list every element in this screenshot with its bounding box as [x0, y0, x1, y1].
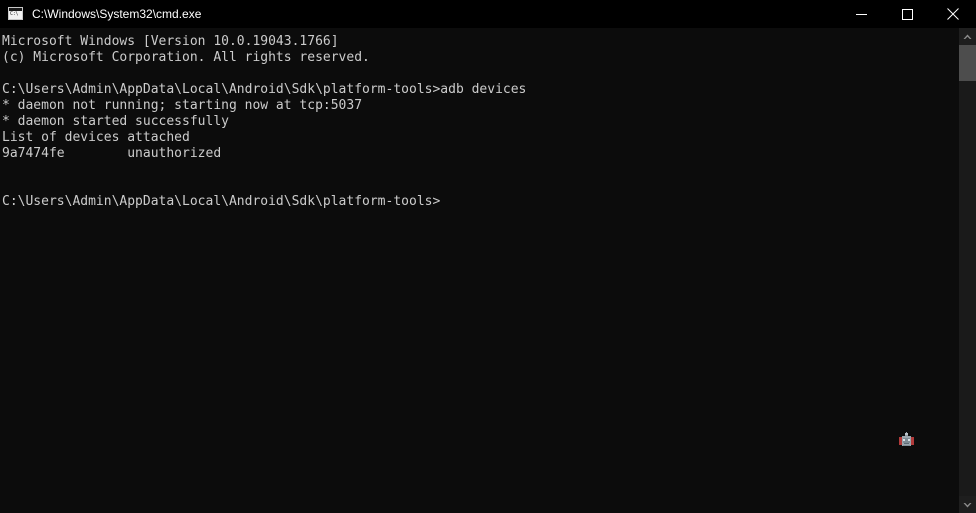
minimize-button[interactable] — [838, 0, 884, 28]
console-icon-prompt-text: C:\ — [10, 11, 19, 17]
minimize-icon — [855, 13, 867, 15]
console-text: Microsoft Windows [Version 10.0.19043.17… — [2, 34, 958, 210]
title-bar[interactable]: C:\ C:\Windows\System32\cmd.exe — [0, 0, 976, 28]
console-line: * daemon not running; starting now at tc… — [2, 98, 363, 113]
close-icon — [947, 8, 959, 20]
console-output-area[interactable]: Microsoft Windows [Version 10.0.19043.17… — [0, 28, 958, 513]
cmd-window: C:\ C:\Windows\System32\cmd.exe Microsof… — [0, 0, 976, 513]
window-title: C:\Windows\System32\cmd.exe — [32, 7, 202, 21]
console-line: (c) Microsoft Corporation. All rights re… — [2, 50, 370, 65]
scroll-up-button[interactable] — [959, 28, 976, 45]
maximize-button[interactable] — [884, 0, 930, 28]
console-line: C:\Users\Admin\AppData\Local\Android\Sdk… — [2, 194, 441, 209]
scroll-up-arrow-icon — [963, 34, 972, 39]
close-button[interactable] — [930, 0, 976, 28]
scroll-down-button[interactable] — [959, 496, 976, 513]
console-line: * daemon started successfully — [2, 114, 229, 129]
console-line: Microsoft Windows [Version 10.0.19043.17… — [2, 34, 339, 49]
console-line: List of devices attached — [2, 130, 190, 145]
maximize-icon — [901, 8, 913, 20]
scrollbar-track[interactable] — [959, 45, 976, 496]
console-line: C:\Users\Admin\AppData\Local\Android\Sdk… — [2, 82, 527, 97]
window-body: Microsoft Windows [Version 10.0.19043.17… — [0, 28, 976, 513]
scrollbar-thumb[interactable] — [959, 45, 976, 81]
robot-head-glyph — [898, 432, 915, 449]
vertical-scrollbar[interactable] — [958, 28, 976, 513]
robot-head-icon[interactable] — [898, 432, 915, 449]
scroll-down-arrow-icon — [963, 502, 972, 507]
console-line: 9a7474fe unauthorized — [2, 146, 222, 161]
cmd-console-icon: C:\ — [8, 6, 24, 22]
